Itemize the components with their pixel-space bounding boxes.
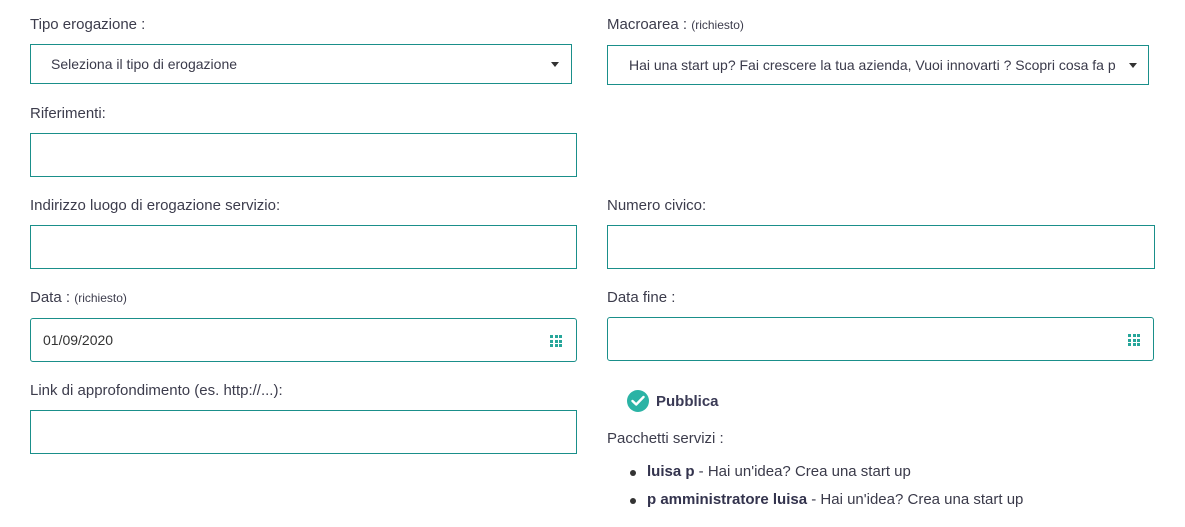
numero-civico-label: Numero civico: [607,197,707,214]
data-input[interactable]: 01/09/2020 [30,318,577,362]
macroarea-selected: Hai una start up? Fai crescere la tua az… [629,57,1116,73]
data-label-text: Data : [30,289,71,306]
data-fine-input[interactable] [607,317,1154,361]
chevron-down-icon [551,62,559,67]
pubblica-label[interactable]: Pubblica [656,393,719,410]
data-label: Data : (richiesto) [30,289,127,306]
riferimenti-label: Riferimenti: [30,105,106,122]
pacchetto-name: luisa p [647,463,695,480]
macroarea-select[interactable]: Hai una start up? Fai crescere la tua az… [607,45,1149,85]
pacchetti-label: Pacchetti servizi : [607,430,724,447]
indirizzo-input[interactable] [30,225,577,269]
tipo-erogazione-selected: Seleziona il tipo di erogazione [51,56,238,72]
pacchetti-list: luisa p - Hai un'idea? Crea una start up… [630,462,1023,518]
tipo-erogazione-label: Tipo erogazione : [30,16,146,33]
numero-civico-input[interactable] [607,225,1155,269]
required-note: (richiesto) [691,18,744,32]
data-value: 01/09/2020 [43,332,114,348]
pacchetto-name: p amministratore luisa [647,491,808,508]
calendar-grid-icon[interactable] [550,335,562,347]
riferimenti-input[interactable] [30,133,577,177]
indirizzo-label: Indirizzo luogo di erogazione servizio: [30,197,281,214]
calendar-grid-icon[interactable] [1128,334,1140,346]
chevron-down-icon [1129,63,1137,68]
macroarea-label-text: Macroarea : [607,16,688,33]
macroarea-label: Macroarea : (richiesto) [607,16,744,33]
tipo-erogazione-select[interactable]: Seleziona il tipo di erogazione [30,44,572,84]
check-circle-icon [631,395,645,406]
required-note: (richiesto) [74,291,127,305]
list-item: luisa p - Hai un'idea? Crea una start up [630,462,1023,490]
pacchetto-desc: - Hai un'idea? Crea una start up [807,491,1024,508]
list-item: p amministratore luisa - Hai un'idea? Cr… [630,490,1023,518]
pubblica-checkbox[interactable] [627,390,649,412]
data-fine-label: Data fine : [607,289,676,306]
link-input[interactable] [30,410,577,454]
pacchetto-desc: - Hai un'idea? Crea una start up [694,463,911,480]
link-label: Link di approfondimento (es. http://...)… [30,382,283,399]
